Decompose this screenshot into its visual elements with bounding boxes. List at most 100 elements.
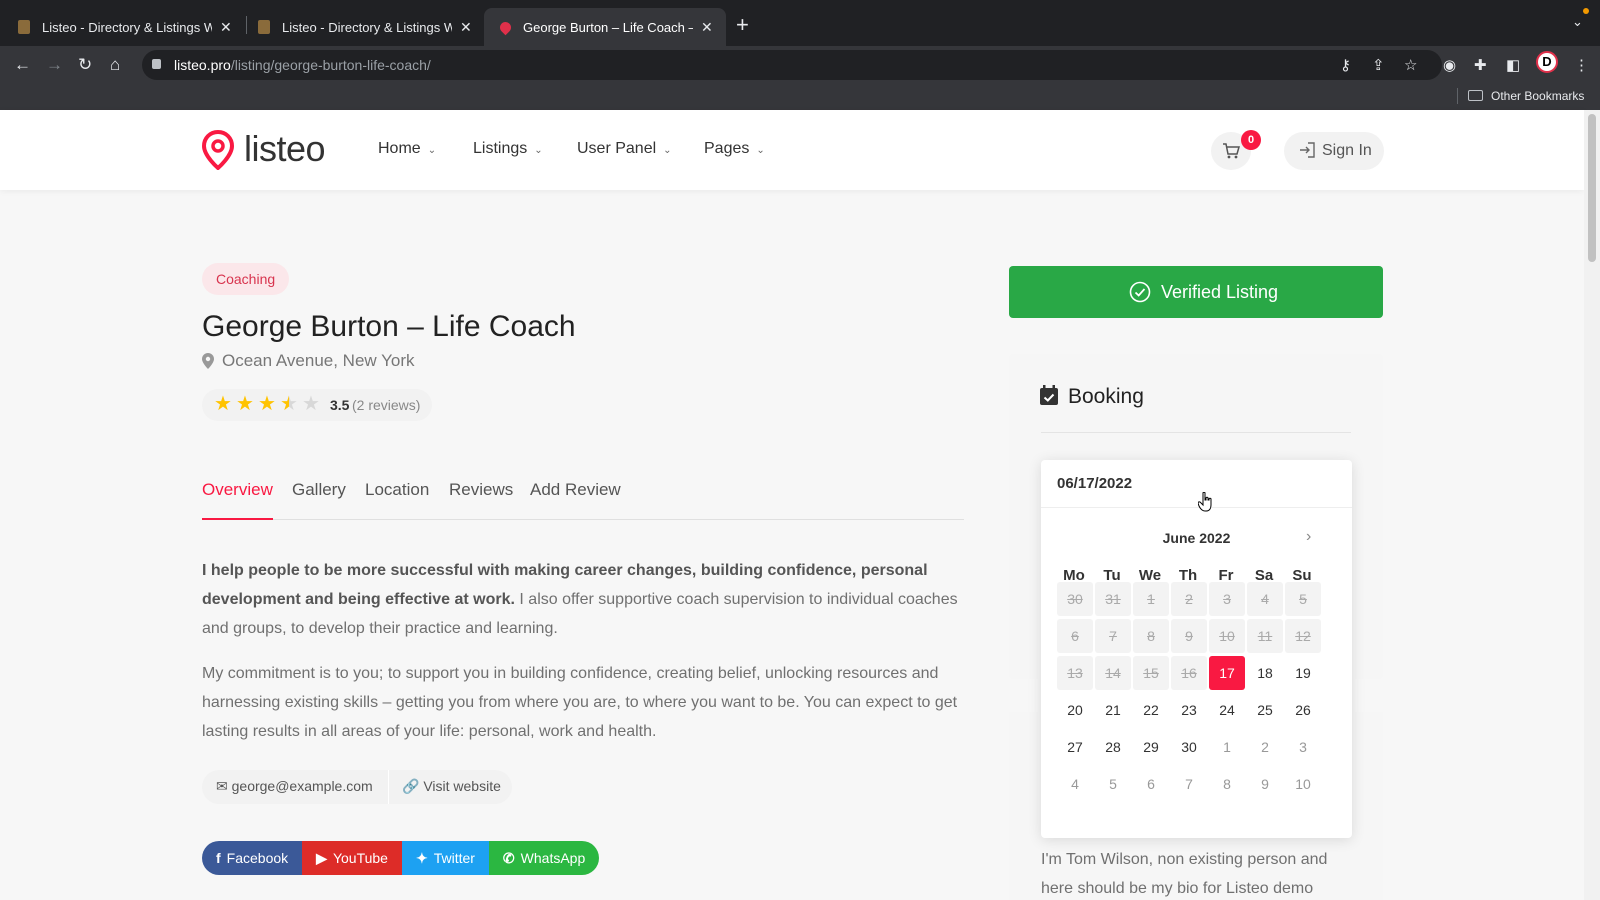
description-paragraph: My commitment is to you; to support you … xyxy=(202,665,958,740)
menu-icon[interactable]: ⋮ xyxy=(1574,56,1589,74)
home-icon[interactable]: ⌂ xyxy=(110,54,120,76)
bookmark-star-icon[interactable]: ☆ xyxy=(1404,56,1417,74)
twitter-link[interactable]: ✦ Twitter xyxy=(401,841,489,875)
tab-search-icon[interactable]: ⌄ xyxy=(1572,14,1583,30)
browser-toolbar: ← → ↻ ⌂ listeo.pro/listing/george-burton… xyxy=(0,46,1600,84)
calendar-day[interactable]: 20 xyxy=(1057,693,1093,727)
close-tab-icon[interactable]: ✕ xyxy=(460,19,472,36)
calendar-day[interactable]: 28 xyxy=(1095,730,1131,764)
contact-links: ✉ george@example.com 🔗 Visit website xyxy=(202,770,512,804)
calendar-day: 11 xyxy=(1247,619,1283,653)
profile-avatar[interactable]: D xyxy=(1536,51,1558,73)
calendar-day[interactable]: 6 xyxy=(1133,767,1169,801)
calendar-day[interactable]: 5 xyxy=(1095,767,1131,801)
calendar-day[interactable]: 26 xyxy=(1285,693,1321,727)
lock-icon xyxy=(152,59,161,69)
nav-pages[interactable]: Pages ⌄ xyxy=(704,140,765,158)
listing-tabs: Overview Gallery Location Reviews Add Re… xyxy=(202,478,964,520)
listing-location: Ocean Avenue, New York xyxy=(202,351,415,371)
active-tab-underline xyxy=(202,518,273,520)
share-icon[interactable]: ⇪ xyxy=(1372,56,1385,74)
browser-tab-active[interactable]: George Burton – Life Coach – L ✕ xyxy=(484,8,726,46)
whatsapp-link[interactable]: ✆ WhatsApp xyxy=(488,841,600,875)
social-links: f Facebook ▶ YouTube ✦ Twitter ✆ WhatsApp xyxy=(202,841,600,875)
star-half-icon: ★ xyxy=(280,393,298,415)
back-icon[interactable]: ← xyxy=(14,54,31,76)
new-tab-icon[interactable]: + xyxy=(736,12,749,38)
calendar-day: 1 xyxy=(1133,582,1169,616)
close-tab-icon[interactable]: ✕ xyxy=(701,19,713,36)
folder-icon xyxy=(1468,90,1483,101)
website-link[interactable]: 🔗 Visit website xyxy=(402,778,501,795)
bookmark-separator xyxy=(1457,88,1458,104)
reload-icon[interactable]: ↻ xyxy=(78,54,92,76)
calendar-day: 9 xyxy=(1171,619,1207,653)
nav-home[interactable]: Home ⌄ xyxy=(378,140,436,158)
sign-in-label: Sign In xyxy=(1322,142,1372,159)
sign-in-button[interactable]: Sign In xyxy=(1284,132,1384,170)
tab-overview[interactable]: Overview xyxy=(202,480,273,500)
camera-icon[interactable]: ◉ xyxy=(1443,56,1456,74)
facebook-link[interactable]: f Facebook xyxy=(202,841,303,875)
calendar-day[interactable]: 10 xyxy=(1285,767,1321,801)
youtube-link[interactable]: ▶ YouTube xyxy=(302,841,402,875)
description-paragraph: I help people to be more successful with… xyxy=(202,562,958,637)
star-full-icon: ★ xyxy=(214,393,232,415)
booking-title: Booking xyxy=(1068,385,1144,408)
date-picker[interactable]: 06/17/2022 June 2022 › Mo Tu We Th Fr Sa Su 30 3… xyxy=(1041,460,1352,838)
nav-listings[interactable]: Listings ⌄ xyxy=(473,140,543,158)
date-input[interactable]: 06/17/2022 xyxy=(1057,475,1132,492)
calendar-day: 5 xyxy=(1285,582,1321,616)
close-tab-icon[interactable]: ✕ xyxy=(220,19,232,36)
tab-title: George Burton – Life Coach – L xyxy=(523,19,693,35)
calendar-day[interactable]: 1 xyxy=(1209,730,1245,764)
other-bookmarks[interactable]: Other Bookmarks xyxy=(1491,89,1584,103)
update-dot-icon xyxy=(1583,8,1589,14)
calendar-day[interactable]: 4 xyxy=(1057,767,1093,801)
tab-location[interactable]: Location xyxy=(365,480,429,500)
calendar-day[interactable]: 22 xyxy=(1133,693,1169,727)
calendar-day-selected[interactable]: 17 xyxy=(1209,656,1245,690)
site-header: listeo Home ⌄ Listings ⌄ User Panel ⌄ Pages… xyxy=(0,110,1584,190)
chevron-right-icon[interactable]: › xyxy=(1306,528,1311,546)
calendar-day[interactable]: 27 xyxy=(1057,730,1093,764)
scrollbar-thumb[interactable] xyxy=(1588,114,1596,262)
calendar-day[interactable]: 7 xyxy=(1171,767,1207,801)
rating-badge[interactable]: ★ ★ ★ ★ ★ 3.5 (2 reviews) xyxy=(202,389,432,421)
logo-pin-icon[interactable] xyxy=(202,130,234,170)
calendar-day[interactable]: 30 xyxy=(1171,730,1207,764)
key-icon[interactable]: ⚷ xyxy=(1340,56,1351,74)
calendar-day[interactable]: 18 xyxy=(1247,656,1283,690)
browser-tab[interactable]: Listeo - Directory & Listings W ✕ xyxy=(242,8,482,46)
calendar-day: 15 xyxy=(1133,656,1169,690)
calendar-day: 6 xyxy=(1057,619,1093,653)
calendar-day[interactable]: 29 xyxy=(1133,730,1169,764)
calendar-day[interactable]: 24 xyxy=(1209,693,1245,727)
category-tag[interactable]: Coaching xyxy=(202,263,290,295)
favicon-icon xyxy=(258,20,270,34)
tab-add-review[interactable]: Add Review xyxy=(530,480,621,500)
address-bar[interactable]: listeo.pro/listing/george-burton-life-co… xyxy=(142,50,1442,80)
star-empty-icon: ★ xyxy=(302,393,320,415)
tab-gallery[interactable]: Gallery xyxy=(292,480,346,500)
calendar-day[interactable]: 23 xyxy=(1171,693,1207,727)
calendar-day[interactable]: 9 xyxy=(1247,767,1283,801)
calendar-day[interactable]: 2 xyxy=(1247,730,1283,764)
extensions-icon[interactable]: ✚ xyxy=(1474,56,1487,74)
calendar-day[interactable]: 3 xyxy=(1285,730,1321,764)
logo-text[interactable]: listeo xyxy=(244,128,326,170)
chevron-down-icon: ⌄ xyxy=(663,145,672,156)
calendar-day[interactable]: 25 xyxy=(1247,693,1283,727)
side-panel-icon[interactable]: ◧ xyxy=(1506,56,1520,74)
page-scrollbar[interactable] xyxy=(1584,110,1600,900)
email-link[interactable]: ✉ george@example.com xyxy=(216,778,373,795)
nav-user-panel[interactable]: User Panel ⌄ xyxy=(577,140,672,158)
tab-reviews[interactable]: Reviews xyxy=(449,480,513,500)
calendar-day: 7 xyxy=(1095,619,1131,653)
calendar-check-icon xyxy=(1040,385,1058,405)
calendar-day[interactable]: 19 xyxy=(1285,656,1321,690)
browser-tab[interactable]: Listeo - Directory & Listings W ✕ xyxy=(2,8,242,46)
calendar-day[interactable]: 21 xyxy=(1095,693,1131,727)
forward-icon[interactable]: → xyxy=(46,54,63,76)
calendar-day[interactable]: 8 xyxy=(1209,767,1245,801)
